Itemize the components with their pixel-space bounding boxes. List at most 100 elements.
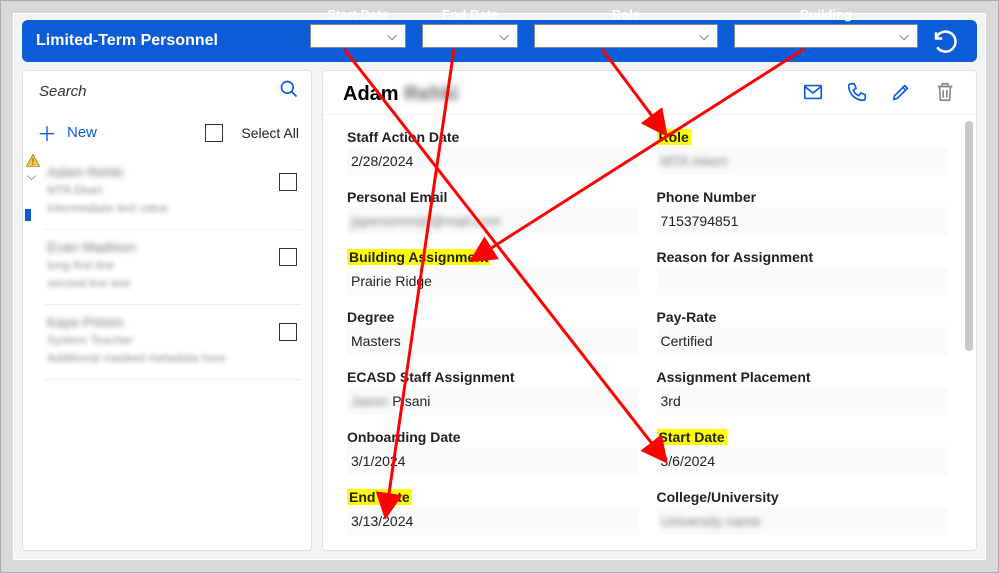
field-degree: Degree Masters	[343, 299, 643, 359]
new-button[interactable]: New	[67, 124, 195, 141]
list-item[interactable]: Kaye Primm System Teacher Additional mas…	[45, 305, 301, 380]
select-all-checkbox[interactable]	[205, 124, 223, 142]
field-value: 3/6/2024	[657, 447, 949, 475]
selection-indicator	[25, 209, 31, 221]
field-label: Reason for Assignment	[657, 243, 949, 265]
filter-label: Role	[612, 7, 640, 22]
list-item-sub: second line text	[47, 274, 299, 292]
phone-icon	[846, 81, 868, 103]
list-item-sub: System Teacher	[47, 331, 299, 349]
field-college-university: College/University University name	[653, 479, 953, 539]
list-item-checkbox[interactable]	[279, 173, 297, 191]
filter-label: Start Date	[327, 7, 388, 22]
field-value: japersonmail@mail.com	[347, 207, 639, 235]
list-item-sub: long first line	[47, 256, 299, 274]
field-value: 2/28/2024	[347, 147, 639, 175]
field-ecasd-staff-assignment: ECASD Staff Assignment Jason Pisani	[343, 359, 643, 419]
field-label: Role	[657, 123, 949, 145]
field-label: Start Date	[657, 423, 949, 445]
field-label: College/University	[657, 483, 949, 505]
chevron-down-icon: ⌵	[699, 28, 709, 44]
search-icon[interactable]	[279, 79, 299, 104]
detail-first-name: Adam	[343, 83, 399, 105]
field-value: MTA Intern	[657, 147, 949, 175]
field-label: Personal Email	[347, 183, 639, 205]
field-personal-email: Personal Email japersonmail@mail.com	[343, 179, 643, 239]
mail-button[interactable]	[802, 81, 824, 108]
delete-button[interactable]	[934, 81, 956, 108]
detail-panel: Adam Rehki	[322, 70, 977, 551]
filter-label: End Date	[442, 7, 498, 22]
list-item-title: Kaye Primm	[47, 313, 299, 331]
list-item-title: Adam Rehki	[47, 163, 299, 181]
filter-role-select[interactable]: ⌵	[534, 24, 718, 48]
field-label: Staff Action Date	[347, 123, 639, 145]
field-value: 3/1/2024	[347, 447, 639, 475]
list-item[interactable]: Evan Madison long first line second line…	[45, 230, 301, 305]
field-value: Masters	[347, 327, 639, 355]
scrollbar[interactable]	[965, 121, 973, 544]
field-label: Assignment Placement	[657, 363, 949, 385]
field-reason-for-assignment: Reason for Assignment	[653, 239, 953, 299]
field-value: 7153794851	[657, 207, 949, 235]
detail-header: Adam Rehki	[323, 71, 976, 115]
search-input[interactable]	[37, 82, 279, 101]
filter-end-date: End Date ⌵	[422, 7, 518, 48]
field-value: Prairie Ridge	[347, 267, 639, 295]
field-label: Pay-Rate	[657, 303, 949, 325]
field-phone-number: Phone Number 7153794851	[653, 179, 953, 239]
filter-role: Role ⌵	[534, 7, 718, 48]
field-assignment-placement: Assignment Placement 3rd	[653, 359, 953, 419]
search-row	[23, 71, 311, 108]
mail-icon	[802, 81, 824, 103]
top-toolbar: Limited-Term Personnel Start Date ⌵ End …	[22, 20, 977, 62]
field-building-assignment: Building Assignment Prairie Ridge	[343, 239, 643, 299]
field-label: Phone Number	[657, 183, 949, 205]
chevron-down-icon: ⌵	[899, 28, 909, 44]
field-value: 3/13/2024	[347, 507, 639, 535]
list-item-title: Evan Madison	[47, 238, 299, 256]
filter-start-date-select[interactable]: ⌵	[310, 24, 406, 48]
filter-building-select[interactable]: ⌵	[734, 24, 918, 48]
detail-grid: Staff Action Date 2/28/2024 Role MTA Int…	[343, 119, 952, 539]
field-value: 3rd	[657, 387, 949, 415]
detail-title: Adam Rehki	[343, 83, 802, 106]
filter-group: Start Date ⌵ End Date ⌵ Role ⌵ Building	[310, 7, 918, 48]
call-button[interactable]	[846, 81, 868, 108]
filter-end-date-select[interactable]: ⌵	[422, 24, 518, 48]
filter-building: Building ⌵	[734, 7, 918, 48]
field-staff-action-date: Staff Action Date 2/28/2024	[343, 119, 643, 179]
select-all-label: Select All	[241, 125, 299, 141]
field-value: University name	[657, 507, 949, 535]
field-pay-rate: Pay-Rate Certified	[653, 299, 953, 359]
undo-button[interactable]	[929, 24, 963, 58]
detail-body: Staff Action Date 2/28/2024 Role MTA Int…	[323, 115, 976, 548]
field-label: ECASD Staff Assignment	[347, 363, 639, 385]
filter-label: Building	[800, 7, 852, 22]
trash-icon	[934, 81, 956, 103]
field-value: Certified	[657, 327, 949, 355]
chevron-down-icon: ⌵	[387, 28, 397, 44]
app-frame: Limited-Term Personnel Start Date ⌵ End …	[0, 0, 999, 573]
app-title: Limited-Term Personnel	[36, 32, 286, 50]
detail-actions	[802, 81, 956, 108]
new-row: ＋ New Select All	[23, 108, 311, 155]
list-item[interactable]: Adam Rehki MTA Ekart Intermediate text v…	[45, 155, 301, 230]
undo-icon	[931, 26, 961, 56]
field-start-date: Start Date 3/6/2024	[653, 419, 953, 479]
record-list: Adam Rehki MTA Ekart Intermediate text v…	[23, 155, 311, 380]
field-onboarding-date: Onboarding Date 3/1/2024	[343, 419, 643, 479]
list-item-checkbox[interactable]	[279, 248, 297, 266]
list-item-sub: Additional masked metadata here	[47, 349, 299, 367]
record-list-panel: ＋ New Select All ⌵ Adam Rehki MTA Ekart …	[22, 70, 312, 551]
field-value	[657, 267, 949, 295]
field-label: Building Assignment	[347, 243, 639, 265]
edit-button[interactable]	[890, 81, 912, 108]
field-label: End Date	[347, 483, 639, 505]
list-item-sub: Intermediate text value	[47, 199, 299, 217]
list-item-checkbox[interactable]	[279, 323, 297, 341]
filter-start-date: Start Date ⌵	[310, 7, 406, 48]
plus-icon: ＋	[37, 118, 57, 147]
expand-toggle[interactable]: ⌵	[27, 169, 36, 184]
scrollbar-thumb[interactable]	[965, 121, 973, 351]
